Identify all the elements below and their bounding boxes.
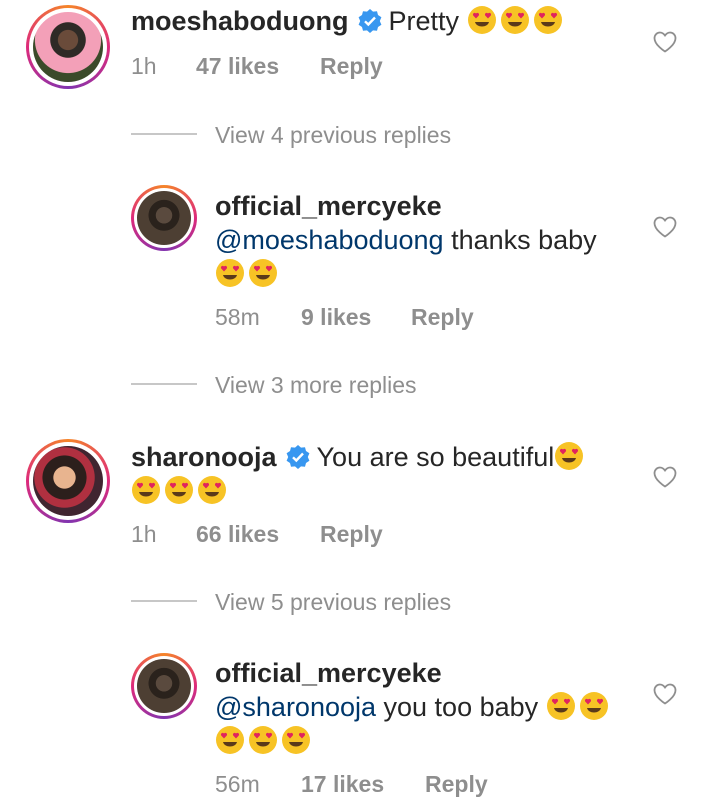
heart-eyes-emoji (546, 691, 576, 721)
avatar-official-mercyeke[interactable] (131, 185, 197, 251)
comment-time: 1h (131, 53, 157, 79)
heart-eyes-emoji (215, 725, 245, 755)
replies-divider (131, 600, 197, 602)
comment-text: Pretty (388, 6, 460, 36)
comment-text: you too baby (376, 692, 539, 722)
comment-line: moeshaboduong Pretty (131, 4, 566, 38)
avatar-moeshaboduong[interactable] (26, 5, 110, 89)
likes-count[interactable]: 17 likes (301, 771, 384, 798)
reply-button[interactable]: Reply (320, 521, 383, 548)
mention-link[interactable]: @moeshaboduong (215, 225, 444, 255)
heart-eyes-emoji (248, 258, 278, 288)
heart-eyes-emoji (281, 725, 311, 755)
view-replies-link[interactable]: View 4 previous replies (215, 122, 451, 149)
heart-eyes-emoji (164, 475, 194, 505)
likes-count[interactable]: 47 likes (196, 53, 279, 80)
mention-link[interactable]: @sharonooja (215, 692, 376, 722)
reply-button[interactable]: Reply (411, 304, 474, 331)
heart-eyes-emoji (131, 475, 161, 505)
reply-button[interactable]: Reply (425, 771, 488, 798)
heart-outline-icon[interactable] (652, 464, 678, 490)
heart-eyes-emoji (248, 725, 278, 755)
heart-eyes-emoji (554, 441, 584, 471)
heart-outline-icon[interactable] (652, 681, 678, 707)
emoji-line (215, 724, 314, 758)
heart-eyes-emoji (579, 691, 609, 721)
avatar-official-mercyeke[interactable] (131, 653, 197, 719)
avatar-sharonooja[interactable] (26, 439, 110, 523)
heart-eyes-emoji (197, 475, 227, 505)
username[interactable]: sharonooja (131, 442, 277, 472)
view-replies-link[interactable]: View 5 previous replies (215, 589, 451, 616)
comment-line: official_mercyeke (215, 189, 442, 223)
comment-line: @moeshaboduong thanks baby (215, 223, 597, 257)
comment-text: You are so beautiful (316, 442, 555, 472)
replies-divider (131, 383, 197, 385)
likes-count[interactable]: 9 likes (301, 304, 371, 331)
username[interactable]: official_mercyeke (215, 191, 442, 221)
comment-time: 58m (215, 304, 260, 330)
reply-button[interactable]: Reply (320, 53, 383, 80)
replies-divider (131, 133, 197, 135)
view-replies-link[interactable]: View 3 more replies (215, 372, 417, 399)
comment-line: @sharonooja you too baby (215, 690, 612, 724)
comment-time: 56m (215, 771, 260, 797)
username[interactable]: moeshaboduong (131, 6, 349, 36)
emoji-line (215, 257, 281, 291)
heart-outline-icon[interactable] (652, 214, 678, 240)
likes-count[interactable]: 66 likes (196, 521, 279, 548)
comment-line: official_mercyeke (215, 656, 442, 690)
verified-badge-icon (285, 444, 311, 470)
verified-badge-icon (357, 8, 383, 34)
comment-time: 1h (131, 521, 157, 547)
heart-eyes-emoji (467, 5, 497, 35)
username[interactable]: official_mercyeke (215, 658, 442, 688)
emoji-line (131, 474, 230, 508)
heart-eyes-emoji (533, 5, 563, 35)
heart-eyes-emoji (500, 5, 530, 35)
heart-eyes-emoji (215, 258, 245, 288)
comment-text: thanks baby (443, 225, 597, 255)
comment-line: sharonooja You are so beautiful (131, 440, 587, 474)
heart-outline-icon[interactable] (652, 29, 678, 55)
